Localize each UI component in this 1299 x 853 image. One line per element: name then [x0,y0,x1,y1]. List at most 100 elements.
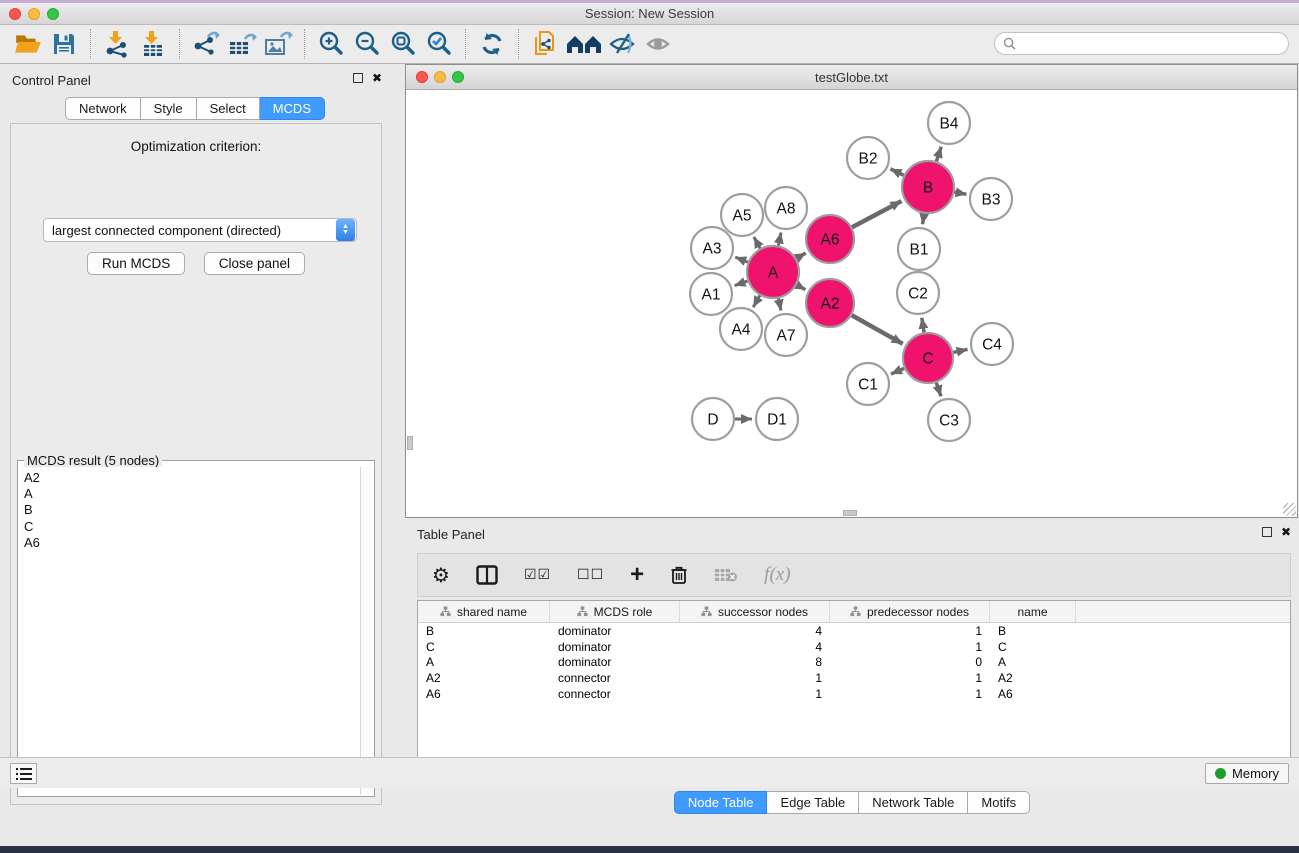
network-resize-grip[interactable] [1283,503,1296,516]
table-row[interactable]: Cdominator41C [418,639,1290,655]
network-horizontal-scrollbar[interactable] [843,510,857,516]
table-cell[interactable]: A2 [418,671,550,685]
optimization-criterion-select[interactable]: largest connected component (directed) ▲… [43,218,357,242]
edge-A2-C[interactable] [852,315,903,344]
edge-A-A7[interactable] [778,298,780,310]
mcds-result-list[interactable]: A2ABCA6 [19,467,359,795]
column-header-successor-nodes[interactable]: successor nodes [680,601,830,622]
node-D1[interactable]: D1 [756,398,798,440]
edge-C-C1[interactable] [891,368,904,374]
table-cell[interactable]: A6 [990,687,1076,701]
zoom-out-button[interactable] [349,28,385,60]
node-C[interactable]: C [903,333,953,383]
column-header-MCDS-role[interactable]: MCDS role [550,601,680,622]
create-column-button[interactable]: + [630,565,644,585]
table-cell[interactable]: B [418,624,550,638]
node-B[interactable]: B [902,161,954,213]
mcds-result-item[interactable]: A2 [24,470,354,486]
column-header-predecessor-nodes[interactable]: predecessor nodes [830,601,990,622]
table-cell[interactable]: 1 [680,687,830,701]
column-header-name[interactable]: name [990,601,1076,622]
node-A4[interactable]: A4 [720,308,762,350]
float-panel-icon[interactable] [353,73,363,83]
node-A7[interactable]: A7 [765,314,807,356]
table-row[interactable]: Adominator80A [418,655,1290,671]
tab-motifs[interactable]: Motifs [968,791,1030,814]
edge-A6-B[interactable] [852,201,901,227]
memory-button[interactable]: Memory [1205,763,1289,784]
table-cell[interactable]: A [418,655,550,669]
table-cell[interactable]: 0 [830,655,990,669]
tab-network-table[interactable]: Network Table [859,791,968,814]
node-C3[interactable]: C3 [928,399,970,441]
edge-A-A4[interactable] [753,296,760,308]
table-row[interactable]: A2connector11A2 [418,670,1290,686]
edge-A-A1[interactable] [735,281,748,286]
table-cell[interactable]: 1 [830,624,990,638]
select-all-columns-button[interactable]: ☑☑ [524,567,551,583]
table-cell[interactable]: 8 [680,655,830,669]
node-A5[interactable]: A5 [721,194,763,236]
tab-node-table[interactable]: Node Table [674,791,768,814]
deselect-all-columns-button[interactable]: ☐☐ [577,567,604,583]
table-cell[interactable]: dominator [550,640,680,654]
export-network-button[interactable] [188,28,224,60]
table-cell[interactable]: A6 [418,687,550,701]
search-input[interactable] [1021,37,1280,51]
edge-C-C2[interactable] [922,318,924,333]
table-cell[interactable]: connector [550,671,680,685]
node-B1[interactable]: B1 [898,228,940,270]
network-graph[interactable]: B4B2BB3A5A8A6B1A3AA1C2A2A4A7C4CC1C3DD1 [406,90,1297,517]
edge-B-B3[interactable] [955,192,967,194]
table-cell[interactable]: 4 [680,624,830,638]
mcds-result-item[interactable]: B [24,502,354,518]
first-neighbors-button[interactable] [563,28,605,60]
table-cell[interactable]: B [990,624,1076,638]
node-C2[interactable]: C2 [897,272,939,314]
close-panel-button[interactable]: Close panel [204,252,305,275]
node-B2[interactable]: B2 [847,137,889,179]
new-network-from-selection-button[interactable] [527,28,563,60]
edge-C-C3[interactable] [936,383,941,397]
table-cell[interactable]: 4 [680,640,830,654]
edge-B-B2[interactable] [891,169,904,175]
table-row[interactable]: A6connector11A6 [418,686,1290,702]
table-cell[interactable]: A [990,655,1076,669]
edge-A-A3[interactable] [735,257,748,262]
table-cell[interactable]: C [418,640,550,654]
import-table-button[interactable] [135,28,171,60]
tab-mcds[interactable]: MCDS [260,97,325,120]
table-row[interactable]: Bdominator41B [418,623,1290,639]
refresh-button[interactable] [474,28,510,60]
node-A[interactable]: A [747,246,799,298]
tab-style[interactable]: Style [141,97,197,120]
delete-columns-button[interactable] [670,565,688,585]
table-cell[interactable]: 1 [830,687,990,701]
show-columns-button[interactable] [476,565,498,585]
mcds-result-item[interactable]: A6 [24,535,354,551]
table-cell[interactable]: C [990,640,1076,654]
node-A3[interactable]: A3 [691,227,733,269]
edge-A-A5[interactable] [754,237,760,248]
node-A8[interactable]: A8 [765,187,807,229]
close-panel-icon[interactable]: ✖ [372,73,382,83]
table-cell[interactable]: 1 [680,671,830,685]
tab-select[interactable]: Select [197,97,260,120]
tab-network[interactable]: Network [65,97,141,120]
node-A1[interactable]: A1 [690,273,732,315]
table-cell[interactable]: 1 [830,640,990,654]
table-cell[interactable]: dominator [550,624,680,638]
column-header-shared-name[interactable]: shared name [418,601,550,622]
function-builder-button[interactable]: f(x) [764,564,790,586]
show-panels-button[interactable] [10,763,37,784]
network-vertical-scrollbar[interactable] [407,436,413,450]
node-B3[interactable]: B3 [970,178,1012,220]
import-network-button[interactable] [99,28,135,60]
node-D[interactable]: D [692,398,734,440]
run-mcds-button[interactable]: Run MCDS [87,252,185,275]
edge-B-B1[interactable] [923,214,925,225]
delete-table-button[interactable] [714,567,738,583]
hide-selected-button[interactable] [605,28,641,60]
search-field[interactable] [994,32,1289,55]
edge-A-A8[interactable] [778,232,781,245]
